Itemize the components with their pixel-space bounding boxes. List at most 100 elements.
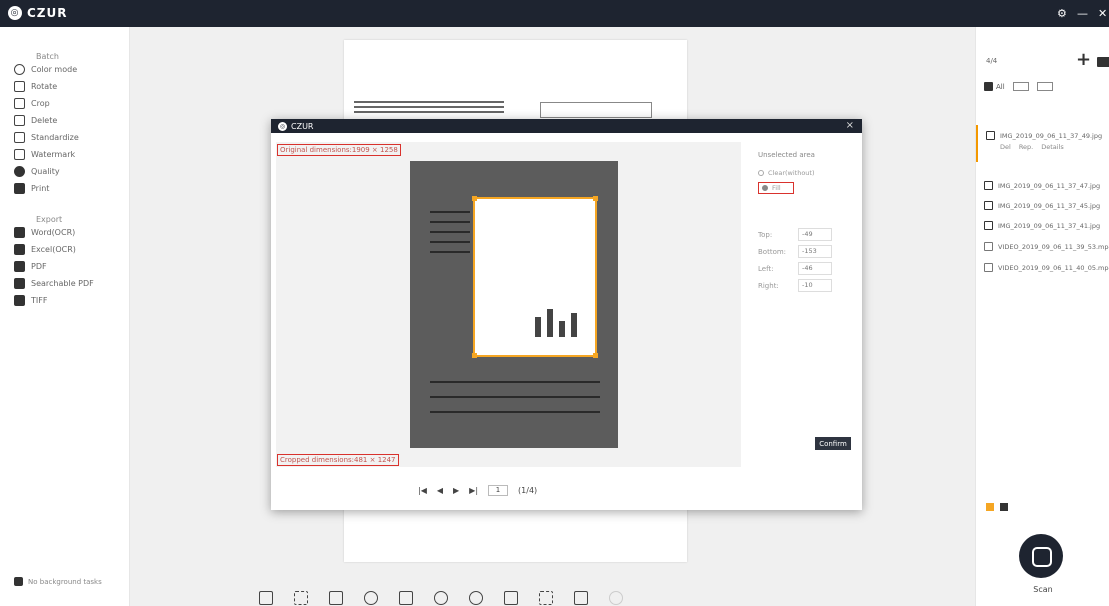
file-item[interactable]: VIDEO_2019_09_06_11_39_53.mp4 <box>984 242 1109 251</box>
crop-handle[interactable] <box>472 353 477 358</box>
file-checkbox[interactable] <box>984 201 993 210</box>
export-searchable-pdf[interactable]: Searchable PDF <box>0 275 129 292</box>
bottom-input[interactable]: -153 <box>798 245 832 258</box>
color-mode-icon <box>14 64 25 75</box>
insert-icon[interactable] <box>259 591 273 605</box>
folder-icon[interactable] <box>1097 57 1109 67</box>
file-checkbox[interactable] <box>984 221 993 230</box>
doc-text-line <box>354 111 504 113</box>
prev-page-button[interactable]: ◀ <box>437 486 443 495</box>
file-item[interactable]: IMG_2019_09_06_11_37_45.jpg <box>984 201 1100 210</box>
crop-handle[interactable] <box>593 196 598 201</box>
file-checkbox[interactable] <box>984 242 993 251</box>
page-number-input[interactable]: 1 <box>488 485 509 496</box>
batch-standardize[interactable]: Standardize <box>0 129 129 146</box>
minimize-button[interactable]: — <box>1077 7 1088 20</box>
scan-label: Scan <box>1033 585 1053 594</box>
batch-print[interactable]: Print <box>0 180 129 197</box>
adjust-icon[interactable] <box>399 591 413 605</box>
first-page-button[interactable]: |◀ <box>418 486 427 495</box>
watermark-icon <box>14 149 25 160</box>
crop-selection[interactable] <box>472 196 598 358</box>
file-item[interactable]: IMG_2019_09_06_11_37_41.jpg <box>984 221 1100 230</box>
file-checkbox[interactable] <box>984 181 993 190</box>
replace-file-link[interactable]: Rep. <box>1019 143 1033 151</box>
option-fill[interactable]: Fill <box>758 182 794 194</box>
option-clear[interactable]: Clear(without) <box>758 169 815 177</box>
batch-quality[interactable]: Quality <box>0 163 129 180</box>
filter-image-chip[interactable] <box>1012 82 1029 91</box>
ocr-icon[interactable] <box>539 591 553 605</box>
export-section-title: Export <box>36 215 63 224</box>
filter-all[interactable]: All <box>984 82 1005 91</box>
scan-button[interactable] <box>1019 534 1063 578</box>
export-excel[interactable]: Excel(OCR) <box>0 241 129 258</box>
add-icon[interactable]: + <box>1076 49 1091 70</box>
figure-bar <box>559 321 565 337</box>
crop-dialog: ◎ CZUR × Original dimensions:1909 × 1258 <box>271 119 862 510</box>
crop-icon <box>14 98 25 109</box>
file-checkbox[interactable] <box>984 263 993 272</box>
crop-tool-icon[interactable] <box>329 591 343 605</box>
batch-crop[interactable]: Crop <box>0 95 129 112</box>
field-right: Right: -10 <box>758 279 832 292</box>
batch-color-mode[interactable]: Color mode <box>0 61 129 78</box>
background-tasks-link[interactable]: No background tasks <box>14 577 102 586</box>
word-icon <box>14 227 25 238</box>
radio-clear[interactable] <box>758 170 764 176</box>
delete-file-link[interactable]: Del <box>1000 143 1011 151</box>
batch-delete[interactable]: Delete <box>0 112 129 129</box>
right-input[interactable]: -10 <box>798 279 832 292</box>
batch-rotate[interactable]: Rotate <box>0 78 129 95</box>
print-tool-icon[interactable] <box>504 591 518 605</box>
file-item[interactable]: IMG_2019_09_06_11_37_47.jpg <box>984 181 1100 190</box>
searchable-pdf-icon <box>14 278 25 289</box>
export-pdf[interactable]: PDF <box>0 258 129 275</box>
original-dimensions: Original dimensions:1909 × 1258 <box>277 144 401 156</box>
preview-text-line <box>430 411 600 413</box>
czur-logo-icon: ◎ <box>8 6 22 20</box>
details-file-link[interactable]: Details <box>1041 143 1064 151</box>
list-view-icon[interactable] <box>986 503 994 511</box>
crop-settings-panel: Unselected area Clear(without) Fill Top:… <box>745 142 855 467</box>
field-bottom: Bottom: -153 <box>758 245 832 258</box>
dialog-title-bar: ◎ CZUR × <box>271 119 862 133</box>
close-window-button[interactable]: ✕ <box>1098 7 1107 20</box>
last-page-button[interactable]: ▶| <box>469 486 478 495</box>
app-logo: ◎ CZUR <box>8 6 68 20</box>
batch-watermark[interactable]: Watermark <box>0 146 129 163</box>
tiff-icon <box>14 295 25 306</box>
bottom-toolbar <box>259 591 623 605</box>
close-icon[interactable]: × <box>846 120 854 131</box>
file-count: 4/4 <box>986 57 998 65</box>
settings-icon[interactable]: ⚙ <box>1057 7 1067 20</box>
pdf-icon <box>14 261 25 272</box>
select-area-icon[interactable] <box>294 591 308 605</box>
radio-fill[interactable] <box>762 185 768 191</box>
page-preview <box>410 161 618 448</box>
standardize-icon <box>14 132 25 143</box>
preview-area: Original dimensions:1909 × 1258 Cropped … <box>276 142 741 467</box>
next-page-button[interactable]: ▶ <box>453 486 459 495</box>
top-input[interactable]: -49 <box>798 228 832 241</box>
app-title: CZUR <box>27 6 68 20</box>
color-mode-tool-icon[interactable] <box>434 591 448 605</box>
left-input[interactable]: -46 <box>798 262 832 275</box>
page-navigation: |◀ ◀ ▶ ▶| 1 (1/4) <box>418 485 537 496</box>
file-item-selected[interactable]: IMG_2019_09_06_11_37_49.jpg Del Rep. Det… <box>976 125 1109 162</box>
grid-view-icon[interactable] <box>1000 503 1008 511</box>
batch-section-title: Batch <box>36 52 59 61</box>
undo-icon[interactable] <box>469 591 483 605</box>
rotate-icon <box>14 81 25 92</box>
file-item[interactable]: VIDEO_2019_09_06_11_40_05.mp4 <box>984 263 1109 272</box>
confirm-button[interactable]: Confirm <box>815 437 851 450</box>
swap-icon[interactable] <box>364 591 378 605</box>
export-word[interactable]: Word(OCR) <box>0 224 129 241</box>
filter-video-chip[interactable] <box>1036 82 1053 91</box>
barcode-icon[interactable] <box>574 591 588 605</box>
crop-handle[interactable] <box>472 196 477 201</box>
export-tiff[interactable]: TIFF <box>0 292 129 309</box>
crop-handle[interactable] <box>593 353 598 358</box>
excel-icon <box>14 244 25 255</box>
file-checkbox[interactable] <box>986 131 995 140</box>
